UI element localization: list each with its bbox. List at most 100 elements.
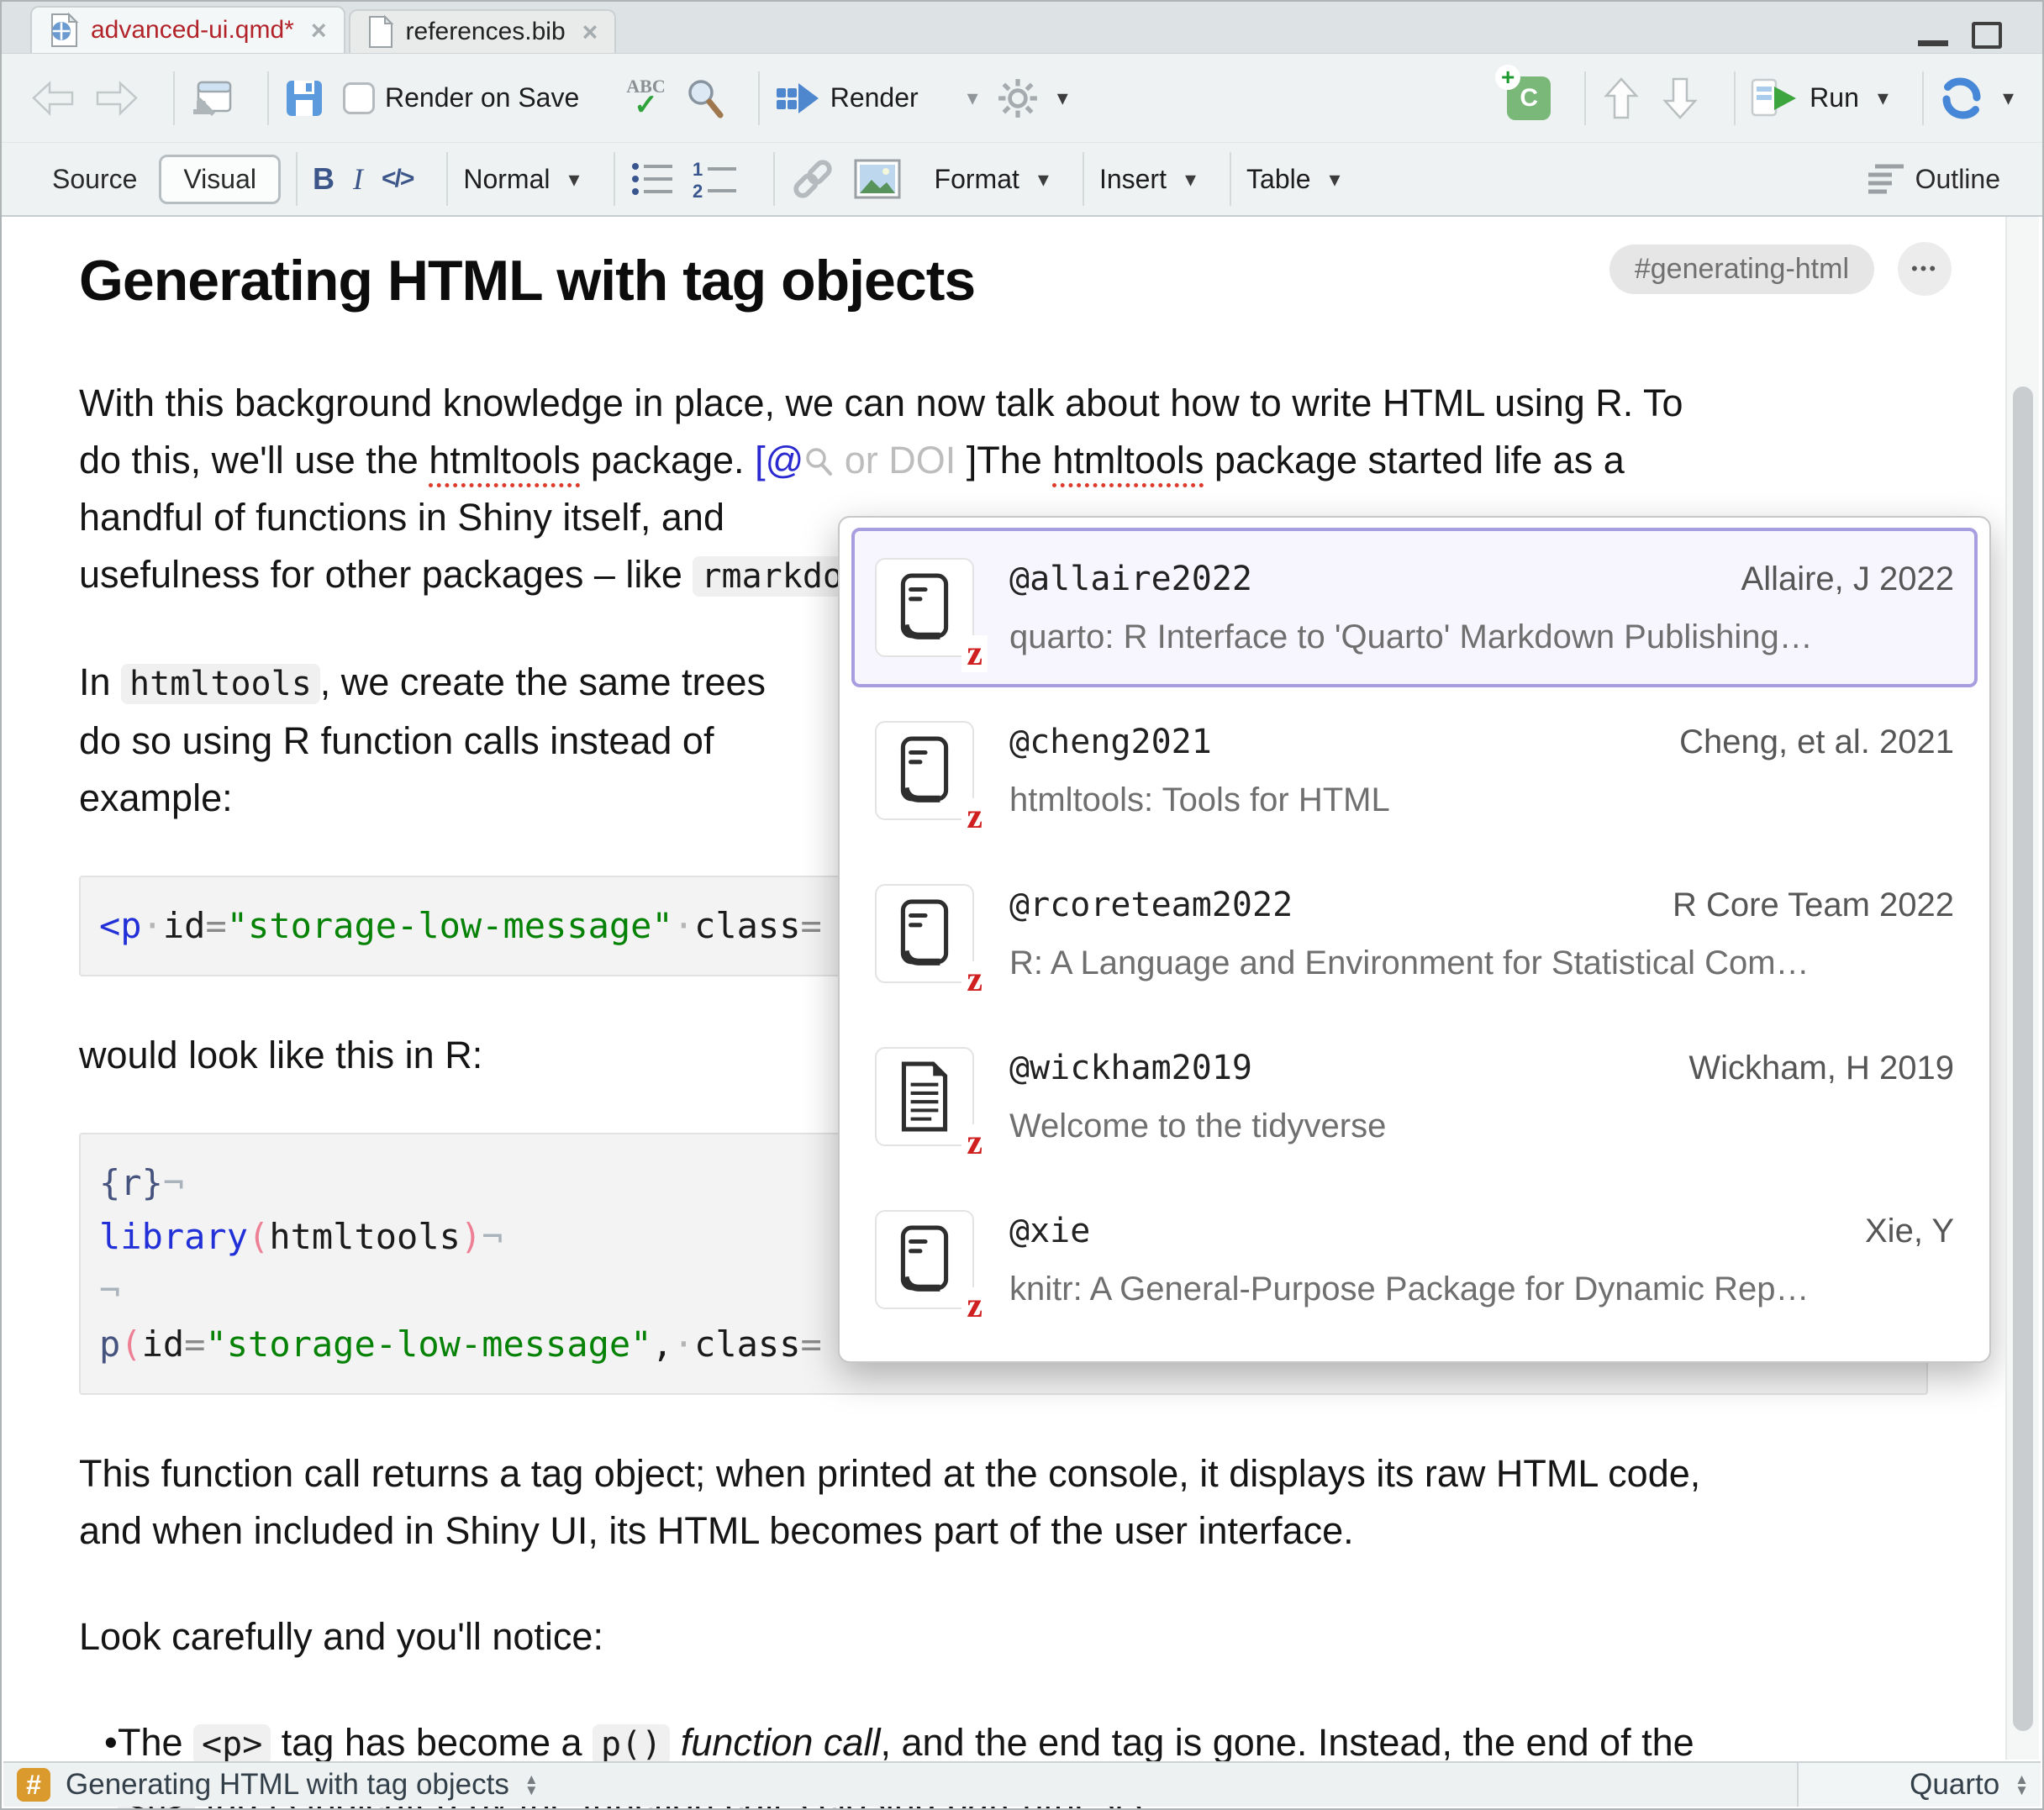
svg-text:1: 1 bbox=[693, 159, 703, 180]
inline-code: htmltools bbox=[121, 664, 320, 704]
tab-label: references.bib bbox=[406, 18, 566, 46]
section-anchor-group: #generating-html ••• bbox=[1609, 242, 1952, 296]
vertical-scrollbar[interactable] bbox=[2005, 217, 2039, 1760]
section-navigator[interactable]: Generating HTML with tag objects bbox=[66, 1768, 509, 1802]
bold-button[interactable]: B bbox=[313, 161, 335, 197]
back-button[interactable] bbox=[30, 79, 76, 118]
visual-editor-canvas[interactable]: #generating-html ••• Generating HTML wit… bbox=[3, 217, 2041, 1761]
citation-placeholder: or DOI bbox=[834, 439, 967, 481]
inline-code: <p> bbox=[193, 1724, 271, 1765]
table-menu[interactable]: Table ▾ bbox=[1246, 164, 1341, 195]
window-controls bbox=[1918, 20, 2002, 49]
link-icon bbox=[790, 156, 835, 202]
toolbar-separator bbox=[446, 152, 448, 206]
zotero-badge-icon: z bbox=[961, 798, 988, 835]
source-mode-label: Source bbox=[52, 164, 137, 194]
book-icon bbox=[897, 1223, 952, 1296]
run-next-chunk-button[interactable] bbox=[1660, 76, 1700, 120]
citation-author-year: Xie, Y bbox=[1865, 1213, 1954, 1250]
misspelled-word: htmltools bbox=[1052, 439, 1204, 487]
source-mode-button[interactable]: Source bbox=[30, 157, 159, 202]
insert-link-button[interactable] bbox=[790, 156, 835, 202]
section-anchor-badge[interactable]: #generating-html bbox=[1609, 245, 1874, 294]
section-navigator-arrows-icon[interactable]: ▲▼ bbox=[524, 1774, 539, 1796]
insert-chunk-icon: +C bbox=[1507, 76, 1551, 120]
italic-button[interactable]: I bbox=[353, 161, 363, 197]
document-mode-label: Quarto bbox=[1910, 1768, 1999, 1802]
tab-references-bib[interactable]: references.bib × bbox=[349, 9, 617, 53]
run-button[interactable]: Run ▾ bbox=[1751, 78, 1889, 118]
book-icon bbox=[897, 571, 952, 644]
visual-mode-button[interactable]: Visual bbox=[159, 155, 281, 204]
settings-button[interactable]: ▾ bbox=[997, 77, 1068, 119]
toolbar-separator bbox=[1922, 71, 1924, 125]
citation-key: @xie bbox=[1009, 1212, 1090, 1250]
bold-icon: B bbox=[313, 161, 335, 197]
section-menu-button[interactable]: ••• bbox=[1898, 242, 1952, 296]
bullet-list-button[interactable] bbox=[630, 160, 674, 198]
minimize-icon[interactable] bbox=[1918, 40, 1948, 46]
toolbar-separator bbox=[296, 152, 298, 206]
render-on-save-checkbox[interactable] bbox=[343, 82, 375, 114]
citation-item-rcoreteam2022[interactable]: z @rcoreteam2022R Core Team 2022 R: A La… bbox=[851, 854, 1978, 1013]
chevron-down-icon[interactable]: ▾ bbox=[1057, 85, 1068, 111]
numbered-list-button[interactable]: 12 bbox=[693, 159, 740, 199]
rstudio-window: advanced-ui.qmd* × references.bib × bbox=[0, 0, 2044, 1810]
gear-icon bbox=[997, 77, 1039, 119]
italic-icon: I bbox=[353, 161, 363, 197]
toolbar-separator bbox=[173, 71, 175, 125]
citation-input[interactable]: [@ bbox=[755, 439, 803, 481]
render-on-save-toggle[interactable]: Render on Save bbox=[343, 82, 579, 114]
book-icon bbox=[897, 734, 952, 807]
citation-title: Welcome to the tidyverse bbox=[1009, 1108, 1386, 1144]
paragraph-style-label: Normal bbox=[463, 164, 550, 195]
insert-image-button[interactable] bbox=[854, 159, 901, 199]
format-menu[interactable]: Format ▾ bbox=[935, 164, 1049, 195]
book-icon bbox=[897, 897, 952, 970]
open-in-new-window-button[interactable] bbox=[190, 77, 234, 119]
scrollbar-thumb[interactable] bbox=[2013, 387, 2033, 1731]
render-button[interactable]: Render ▾ bbox=[775, 80, 978, 117]
reference-type-box: z bbox=[875, 558, 974, 657]
run-previous-chunks-button[interactable] bbox=[1601, 76, 1641, 120]
tab-advanced-ui-qmd[interactable]: advanced-ui.qmd* × bbox=[30, 6, 345, 53]
citation-key: @rcoreteam2022 bbox=[1009, 886, 1293, 924]
close-icon[interactable]: × bbox=[311, 15, 327, 46]
outline-toggle[interactable]: Outline bbox=[1867, 162, 2000, 196]
insert-chunk-button[interactable]: +C bbox=[1507, 76, 1551, 120]
save-button[interactable] bbox=[284, 78, 324, 118]
forward-button[interactable] bbox=[94, 79, 140, 118]
arrow-up-icon bbox=[1601, 76, 1641, 120]
popout-window-icon bbox=[190, 77, 234, 119]
inline-code: p() bbox=[593, 1724, 670, 1765]
insert-menu[interactable]: Insert ▾ bbox=[1099, 164, 1196, 195]
maximize-icon[interactable] bbox=[1972, 22, 2002, 49]
citation-item-xie[interactable]: z @xieXie, Y knitr: A General-Purpose Pa… bbox=[851, 1180, 1978, 1339]
chevron-down-icon[interactable]: ▾ bbox=[1878, 85, 1889, 111]
format-toolbar: Source Visual B I </> Normal ▾ 12 Format… bbox=[2, 143, 2042, 217]
citation-item-wickham2019[interactable]: z @wickham2019Wickham, H 2019 Welcome to… bbox=[851, 1017, 1978, 1176]
citation-title: htmltools: Tools for HTML bbox=[1009, 781, 1390, 818]
tab-label: advanced-ui.qmd* bbox=[91, 16, 294, 45]
citation-key: @cheng2021 bbox=[1009, 723, 1212, 761]
find-replace-button[interactable] bbox=[684, 77, 724, 119]
file-icon bbox=[367, 15, 394, 49]
chevron-down-icon[interactable]: ▾ bbox=[967, 85, 978, 111]
reference-type-box: z bbox=[875, 1210, 974, 1309]
forward-arrow-icon bbox=[94, 79, 140, 118]
render-label: Render bbox=[830, 82, 919, 113]
source-document-button[interactable]: ▾ bbox=[1939, 77, 2014, 119]
render-icon bbox=[775, 80, 820, 117]
chevron-down-icon[interactable]: ▾ bbox=[2003, 85, 2014, 111]
save-icon bbox=[284, 78, 324, 118]
zotero-badge-icon: z bbox=[961, 1287, 988, 1324]
document-mode-selector[interactable]: Quarto ▲▼ bbox=[1797, 1763, 2041, 1807]
citation-item-cheng2021[interactable]: z @cheng2021Cheng, et al. 2021 htmltools… bbox=[851, 691, 1978, 850]
code-button[interactable]: </> bbox=[382, 165, 413, 193]
spellcheck-button[interactable]: ABC✓ bbox=[626, 77, 665, 119]
run-icon bbox=[1751, 78, 1799, 118]
paragraph-style-dropdown[interactable]: Normal ▾ bbox=[463, 164, 579, 195]
citation-item-allaire2022[interactable]: z @allaire2022Allaire, J 2022 quarto: R … bbox=[851, 528, 1978, 687]
citation-title: quarto: R Interface to 'Quarto' Markdown… bbox=[1009, 618, 1813, 655]
close-icon[interactable]: × bbox=[582, 17, 598, 48]
